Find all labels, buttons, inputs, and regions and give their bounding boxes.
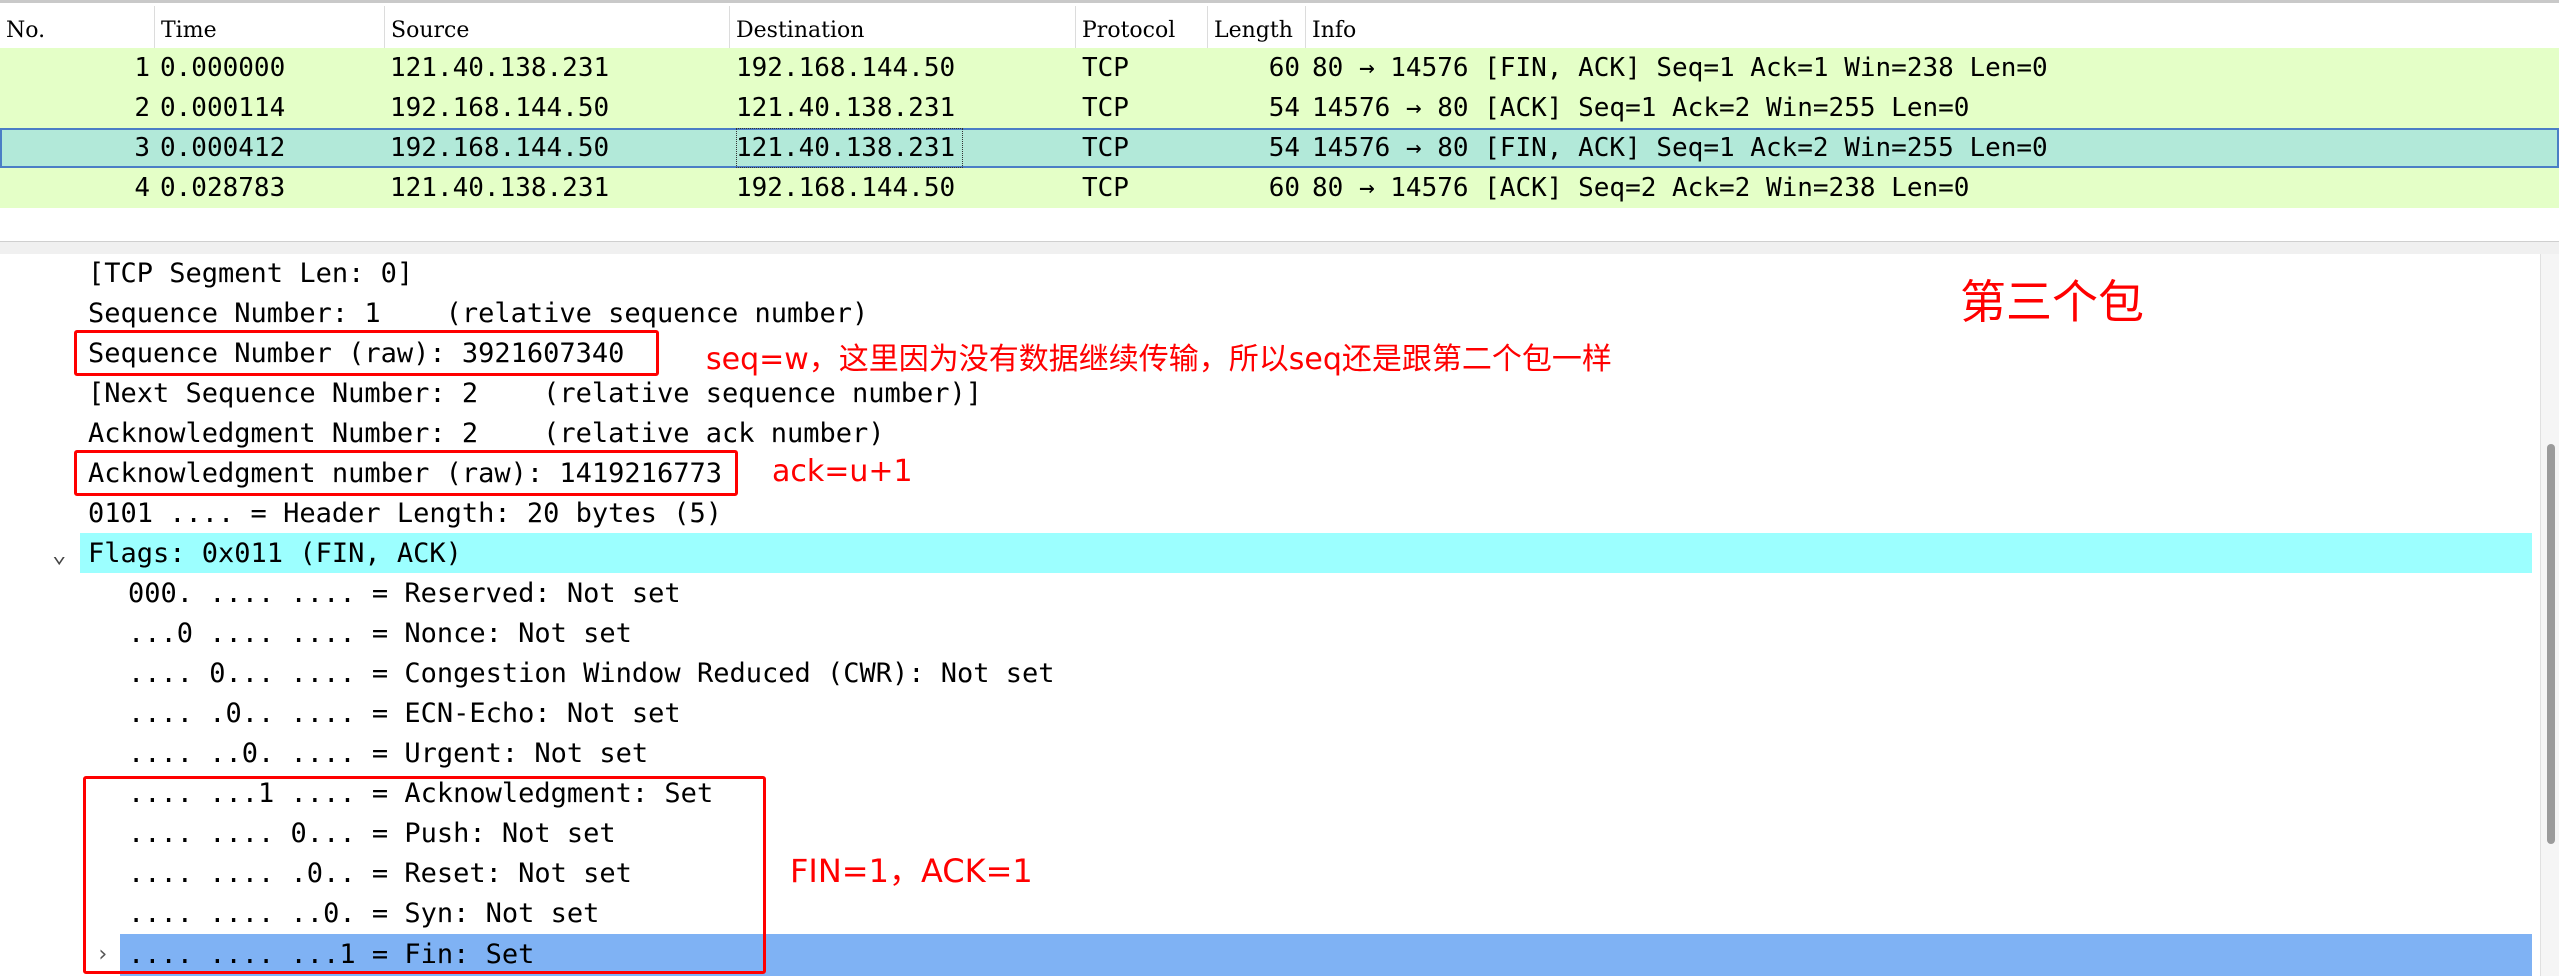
packet-protocol: TCP [1082,133,1129,163]
packet-row-selected[interactable]: 3 0.000412 192.168.144.50 121.40.138.231… [0,128,2559,168]
packet-time: 0.000412 [160,133,286,163]
packet-info: 80 → 14576 [FIN, ACK] Seq=1 Ack=1 Win=23… [1312,53,2048,83]
packet-length: 60 [1268,53,1300,83]
column-header-destination[interactable]: Destination [730,6,1076,52]
scrollbar-thumb[interactable] [2547,444,2555,844]
packet-protocol: TCP [1082,53,1129,83]
detail-acknowledgment-number[interactable]: Acknowledgment Number: 2 (relative ack n… [88,414,885,454]
packet-row[interactable]: 2 0.000114 192.168.144.50 121.40.138.231… [0,88,2559,128]
packet-destination: 192.168.144.50 [736,53,956,83]
packet-source: 192.168.144.50 [390,93,610,123]
flag-ecn-echo[interactable]: .... .0.. .... = ECN-Echo: Not set [128,694,681,734]
packet-source: 192.168.144.50 [390,133,610,163]
packet-no: 2 [134,93,150,123]
packet-destination: 192.168.144.50 [736,173,956,203]
detail-flags[interactable]: Flags: 0x011 (FIN, ACK) [88,534,462,574]
detail-next-sequence-number[interactable]: [Next Sequence Number: 2 (relative seque… [88,374,982,414]
packet-no: 1 [134,53,150,83]
pane-splitter[interactable] [0,241,2559,255]
packet-source: 121.40.138.231 [390,53,610,83]
details-scrollbar[interactable] [2540,254,2559,976]
annotation-title: 第三个包 [1960,275,2144,329]
annotation-seq-note: seq=w，这里因为没有数据继续传输，所以seq还是跟第二个包一样 [706,342,1612,377]
packet-source: 121.40.138.231 [390,173,610,203]
packet-row[interactable]: 4 0.028783 121.40.138.231 192.168.144.50… [0,168,2559,208]
annotation-box-flags [83,776,766,974]
flag-nonce[interactable]: ...0 .... .... = Nonce: Not set [128,614,632,654]
chevron-down-icon[interactable]: ⌄ [52,534,66,574]
packet-length: 60 [1268,173,1300,203]
packet-list-header: No. Time Source Destination Protocol Len… [0,6,2559,53]
detail-sequence-number[interactable]: Sequence Number: 1 (relative sequence nu… [88,294,868,334]
flag-reserved[interactable]: 000. .... .... = Reserved: Not set [128,574,681,614]
packet-list[interactable]: No. Time Source Destination Protocol Len… [0,0,2559,243]
column-header-protocol[interactable]: Protocol [1076,6,1208,52]
annotation-flags-note: FIN=1，ACK=1 [790,852,1033,890]
packet-no: 3 [134,133,150,163]
packet-length: 54 [1268,93,1300,123]
detail-header-length[interactable]: 0101 .... = Header Length: 20 bytes (5) [88,494,722,534]
column-header-time[interactable]: Time [155,6,385,52]
packet-row[interactable]: 1 0.000000 121.40.138.231 192.168.144.50… [0,48,2559,88]
packet-time: 0.028783 [160,173,286,203]
detail-tcp-segment-len[interactable]: [TCP Segment Len: 0] [88,254,413,294]
packet-info: 14576 → 80 [FIN, ACK] Seq=1 Ack=2 Win=25… [1312,133,2048,163]
packet-destination: 121.40.138.231 [736,128,964,168]
packet-length: 54 [1268,133,1300,163]
packet-destination: 121.40.138.231 [736,93,956,123]
packet-no: 4 [134,173,150,203]
annotation-box-ack [74,450,738,496]
flag-urgent[interactable]: .... ..0. .... = Urgent: Not set [128,734,648,774]
packet-protocol: TCP [1082,173,1129,203]
column-header-length[interactable]: Length [1208,6,1306,52]
flag-cwr[interactable]: .... 0... .... = Congestion Window Reduc… [128,654,1055,694]
packet-info: 14576 → 80 [ACK] Seq=1 Ack=2 Win=255 Len… [1312,93,1970,123]
column-header-info[interactable]: Info [1306,6,2559,52]
annotation-box-seq [74,330,659,376]
column-header-source[interactable]: Source [385,6,730,52]
column-header-no[interactable]: No. [0,6,155,52]
packet-time: 0.000114 [160,93,286,123]
packet-protocol: TCP [1082,93,1129,123]
packet-details-pane[interactable]: [TCP Segment Len: 0] Sequence Number: 1 … [0,254,2540,976]
annotation-ack-note: ack=u+1 [772,454,913,489]
packet-time: 0.000000 [160,53,286,83]
packet-info: 80 → 14576 [ACK] Seq=2 Ack=2 Win=238 Len… [1312,173,1970,203]
